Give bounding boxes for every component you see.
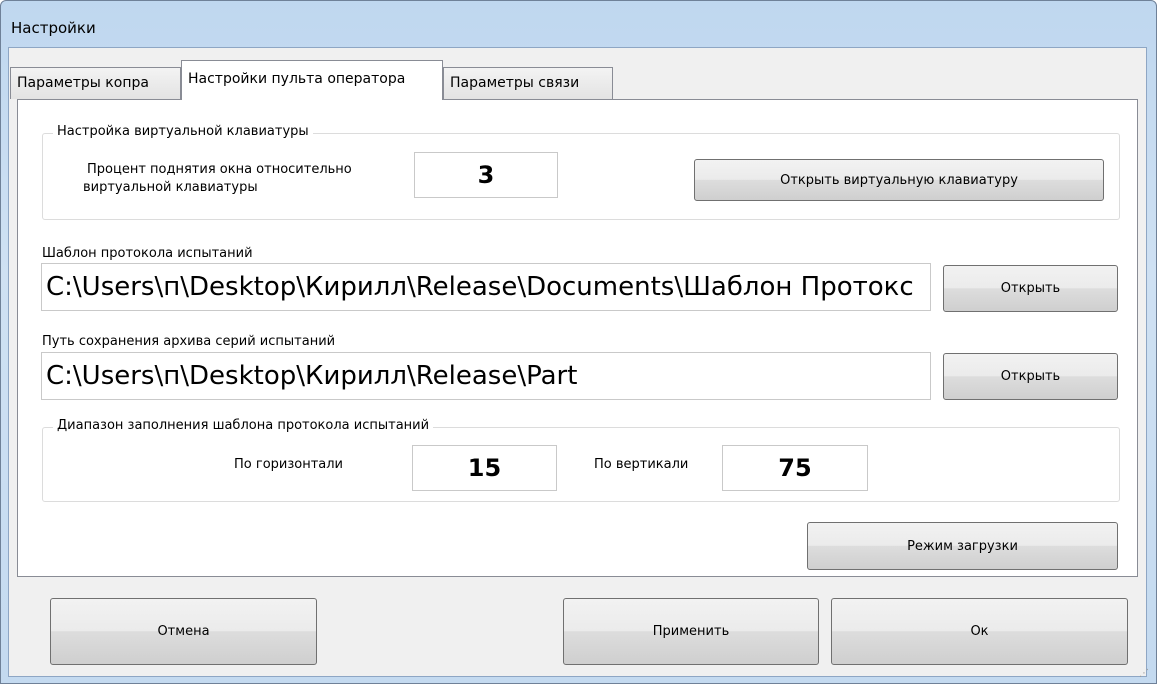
archive-path-label: Путь сохранения архива серий испытаний (42, 334, 336, 349)
tab-connection-params[interactable]: Параметры связи (443, 67, 613, 99)
tab-operator-console[interactable]: Настройки пульта оператора (181, 60, 443, 100)
template-range-group-legend: Диапазон заполнения шаблона протокола ис… (53, 418, 434, 433)
percent-label-line1: Процент поднятия окна относительно (87, 162, 352, 177)
virtual-keyboard-group: Настройка виртуальной клавиатуры Процент… (42, 124, 1120, 220)
window-title: Настройки (11, 19, 96, 37)
cancel-button[interactable]: Отмена (50, 598, 317, 665)
vertical-label: По вертикали (594, 457, 689, 472)
open-virtual-keyboard-button[interactable]: Открыть виртуальную клавиатуру (694, 159, 1104, 201)
tab-page-operator-console: Настройка виртуальной клавиатуры Процент… (17, 99, 1138, 577)
horizontal-label: По горизонтали (234, 457, 344, 472)
resize-grip-icon[interactable]: ⋰ (1139, 668, 1151, 680)
horizontal-input[interactable]: 15 (412, 445, 557, 491)
template-open-button[interactable]: Открыть (943, 265, 1118, 312)
archive-open-button[interactable]: Открыть (943, 353, 1118, 400)
template-range-group: Диапазон заполнения шаблона протокола ис… (42, 418, 1120, 502)
template-path-label: Шаблон протокола испытаний (42, 246, 253, 261)
tab-kopra-params[interactable]: Параметры копра (10, 67, 181, 99)
percent-input[interactable]: 3 (414, 152, 558, 198)
apply-button[interactable]: Применить (563, 598, 819, 665)
virtual-keyboard-group-legend: Настройка виртуальной клавиатуры (53, 124, 313, 139)
template-path-input[interactable]: C:\Users\п\Desktop\Кирилл\Release\Docume… (41, 263, 931, 311)
archive-path-input[interactable]: C:\Users\п\Desktop\Кирилл\Release\Part (41, 352, 931, 400)
load-mode-button[interactable]: Режим загрузки (807, 522, 1118, 570)
percent-label-line2: виртуальной клавиатуры (83, 180, 258, 195)
vertical-input[interactable]: 75 (722, 445, 868, 491)
ok-button[interactable]: Ок (831, 598, 1128, 665)
